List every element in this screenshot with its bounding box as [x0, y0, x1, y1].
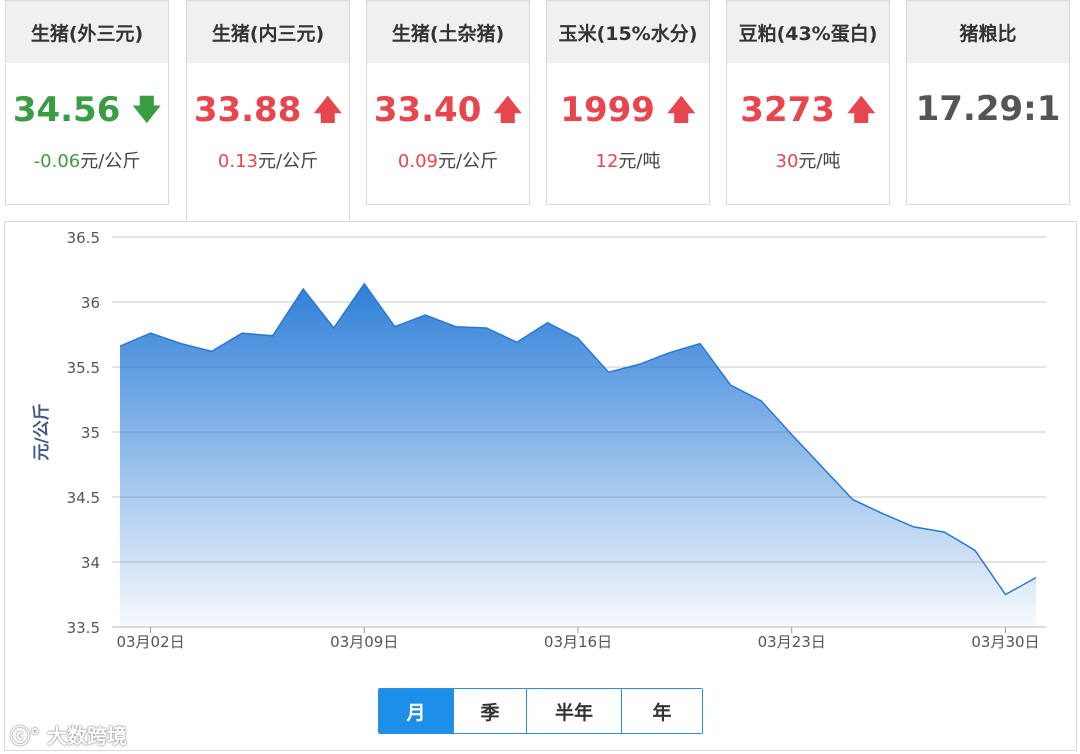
y-tick-label: 36	[81, 294, 100, 312]
x-tick-label: 03月16日	[544, 633, 612, 651]
watermark-logo: ⓒ° 大数跨境	[10, 720, 127, 749]
y-tick-label: 33.5	[67, 619, 100, 637]
period-year-button[interactable]: 年	[622, 689, 702, 733]
price-area-chart: 36.5 36 35.5 35 34.5 34 33.5 03月02日 03月09日 03月16…	[32, 229, 1046, 651]
y-tick-label: 34.5	[67, 489, 100, 507]
watermark-icon: ⓒ°	[10, 724, 40, 748]
y-tick-label: 35	[81, 424, 100, 442]
x-tick-label: 03月30日	[971, 633, 1039, 651]
watermark-text: 大数跨境	[46, 724, 127, 748]
area-fill	[120, 283, 1036, 627]
y-tick-label: 36.5	[67, 229, 100, 247]
y-tick-label: 34	[81, 554, 100, 572]
y-axis-label: 元/公斤	[32, 403, 52, 460]
x-tick-label: 03月09日	[330, 633, 398, 651]
period-quarter-button[interactable]: 季	[454, 689, 527, 733]
period-half-year-button[interactable]: 半年	[527, 689, 622, 733]
y-tick-label: 35.5	[67, 359, 100, 377]
x-tick-label: 03月23日	[758, 633, 826, 651]
period-month-button[interactable]: 月	[379, 689, 454, 733]
x-tick-label: 03月02日	[116, 633, 184, 651]
period-selector: 月 季 半年 年	[378, 688, 703, 734]
